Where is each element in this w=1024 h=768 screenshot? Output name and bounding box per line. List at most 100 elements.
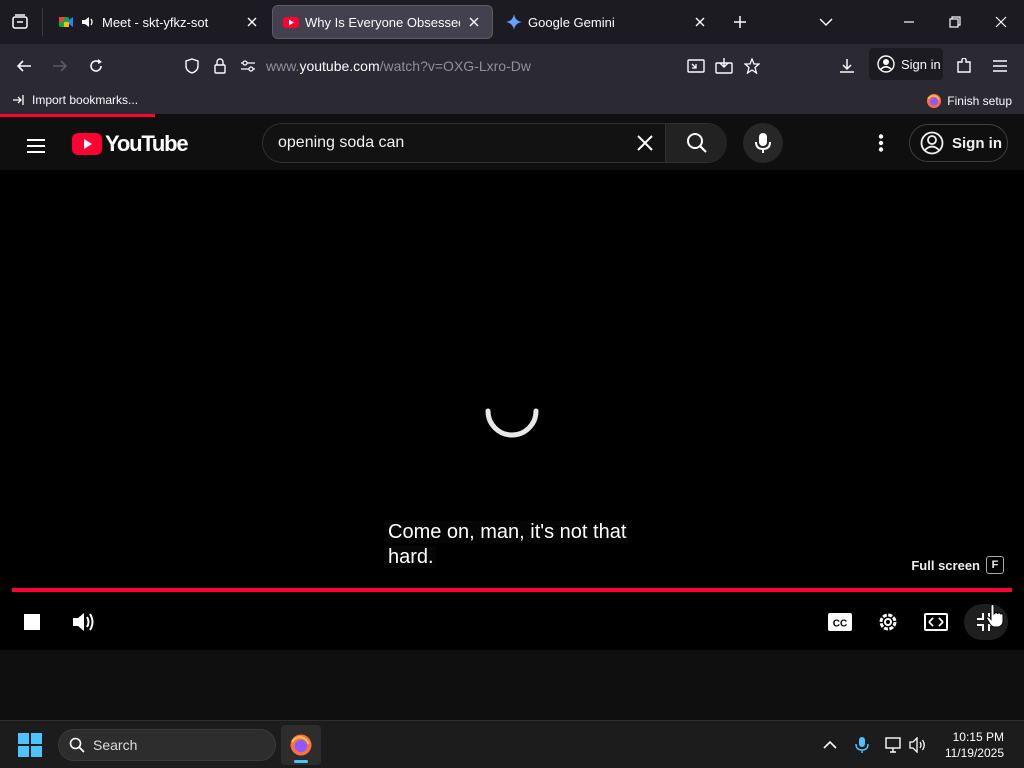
browser-tab-strip: Meet - skt-yfkz-sot Why Is Everyone Obse… xyxy=(0,0,1024,44)
shield-icon xyxy=(185,58,199,74)
chevron-up-icon xyxy=(823,740,837,749)
tab-title: Google Gemini xyxy=(528,14,615,30)
settings-button[interactable] xyxy=(868,604,908,640)
windows-start-button[interactable] xyxy=(18,733,42,757)
tab-separator xyxy=(42,8,43,36)
microphone-in-use-button[interactable] xyxy=(850,733,874,757)
youtube-favicon-icon xyxy=(283,14,299,30)
import-icon xyxy=(13,95,24,105)
youtube-logo[interactable]: YouTube xyxy=(72,131,189,157)
fullscreen-tooltip: Full screen F xyxy=(911,556,1004,574)
forward-button[interactable] xyxy=(44,50,76,82)
windows-logo-tile xyxy=(18,733,29,744)
progress-bar[interactable] xyxy=(12,588,1012,592)
tab-title: Why Is Everyone Obsessed With xyxy=(305,14,460,30)
search-icon xyxy=(686,133,707,153)
tab-youtube[interactable]: Why Is Everyone Obsessed With xyxy=(272,5,493,39)
minimize-button[interactable] xyxy=(886,4,932,40)
picture-in-picture-icon xyxy=(687,59,705,73)
close-window-button[interactable] xyxy=(978,4,1024,40)
microphone-icon xyxy=(855,737,869,753)
youtube-logo-text: YouTube xyxy=(105,131,189,156)
hamburger-menu-icon xyxy=(993,60,1007,72)
close-tab-icon[interactable] xyxy=(466,14,482,30)
list-all-tabs-button[interactable] xyxy=(803,4,849,40)
url-domain: youtube.com xyxy=(299,58,380,74)
stop-button[interactable] xyxy=(12,604,52,640)
firefox-view-button[interactable] xyxy=(0,4,40,40)
more-vertical-icon xyxy=(878,134,884,152)
account-sign-in-button[interactable]: Sign in xyxy=(869,48,943,80)
windows-logo-tile xyxy=(31,733,42,744)
url-bar[interactable]: www.youtube.com/watch?v=OXG-Lxro-Dw xyxy=(176,50,776,82)
gemini-sparkle-icon xyxy=(506,14,522,30)
reload-button[interactable] xyxy=(80,50,112,82)
tab-gemini[interactable]: Google Gemini xyxy=(496,5,718,39)
sign-in-label: Sign in xyxy=(901,56,941,72)
site-permissions-button[interactable] xyxy=(232,50,264,82)
windows-taskbar: Search 10:15 PM 11/19/2025 xyxy=(0,720,1024,768)
svg-text:CC: CC xyxy=(833,619,847,630)
restore-icon xyxy=(949,16,961,28)
bookmark-star-button[interactable] xyxy=(736,50,768,82)
extensions-button[interactable] xyxy=(948,50,980,82)
volume-icon xyxy=(73,613,94,631)
url-prefix: www. xyxy=(266,58,300,74)
tab-meet[interactable]: Meet - skt-yfkz-sot xyxy=(48,5,270,39)
video-player[interactable]: Come on, man, it's not that hard. Full s… xyxy=(0,170,1024,650)
tab-title: Meet - skt-yfkz-sot xyxy=(102,14,209,30)
network-button[interactable] xyxy=(882,733,906,757)
guide-menu-button[interactable] xyxy=(20,130,52,162)
finish-setup-link[interactable]: Finish setup xyxy=(926,93,1012,109)
google-meet-icon xyxy=(58,14,74,30)
speaker-playing-icon[interactable] xyxy=(80,14,96,30)
minimize-icon xyxy=(904,21,914,23)
back-button[interactable] xyxy=(8,50,40,82)
loading-spinner-icon xyxy=(485,408,539,438)
search-button[interactable] xyxy=(665,124,727,162)
downloads-button[interactable] xyxy=(831,50,863,82)
volume-button[interactable] xyxy=(906,733,930,757)
gear-icon xyxy=(879,613,897,631)
active-app-indicator xyxy=(294,760,308,763)
import-bookmarks-label: Import bookmarks... xyxy=(32,93,139,107)
url-text[interactable]: www.youtube.com/watch?v=OXG-Lxro-Dw xyxy=(266,58,531,74)
arrow-right-icon xyxy=(53,60,68,72)
subtitles-button[interactable]: CC xyxy=(820,604,860,640)
theater-mode-icon xyxy=(924,613,948,631)
youtube-sign-in-label: Sign in xyxy=(952,134,1002,152)
close-tab-icon[interactable] xyxy=(692,14,708,30)
clear-search-icon[interactable] xyxy=(633,131,657,155)
speaker-icon xyxy=(909,737,925,753)
closed-caption: Come on, man, it's not that hard. xyxy=(386,520,656,570)
restore-button[interactable] xyxy=(932,4,978,40)
search-input[interactable] xyxy=(278,132,618,154)
taskbar-firefox-button[interactable] xyxy=(281,725,321,765)
mute-button[interactable] xyxy=(64,604,104,640)
fullscreen-shortcut-key: F xyxy=(986,556,1004,574)
arrow-left-icon xyxy=(16,60,31,72)
voice-search-button[interactable] xyxy=(743,123,783,163)
firefox-logo-icon xyxy=(927,94,942,108)
browser-nav-bar: www.youtube.com/watch?v=OXG-Lxro-Dw Sign… xyxy=(0,44,1024,88)
star-icon xyxy=(744,58,760,74)
youtube-play-logo-icon xyxy=(72,133,102,155)
firefox-view-icon xyxy=(12,14,28,29)
taskbar-clock[interactable]: 10:15 PM 11/19/2025 xyxy=(945,729,1004,761)
youtube-masthead: YouTube Sign in xyxy=(0,117,1024,170)
taskbar-search-box[interactable]: Search xyxy=(58,729,276,761)
stop-icon xyxy=(24,614,40,630)
new-tab-button[interactable] xyxy=(718,4,762,40)
caption-line-2: hard. xyxy=(386,546,436,568)
account-icon xyxy=(877,55,895,73)
puzzle-piece-icon xyxy=(957,58,971,73)
close-tab-icon[interactable] xyxy=(244,14,260,30)
app-menu-button[interactable] xyxy=(984,50,1016,82)
import-bookmarks-link[interactable]: Import bookmarks... xyxy=(12,93,138,107)
theater-mode-button[interactable] xyxy=(916,604,956,640)
settings-more-button[interactable] xyxy=(866,128,896,158)
pocket-save-icon xyxy=(715,58,733,74)
firefox-logo-icon xyxy=(290,734,312,756)
youtube-sign-in-button[interactable]: Sign in xyxy=(909,124,1008,162)
show-hidden-icons-button[interactable] xyxy=(818,733,842,757)
